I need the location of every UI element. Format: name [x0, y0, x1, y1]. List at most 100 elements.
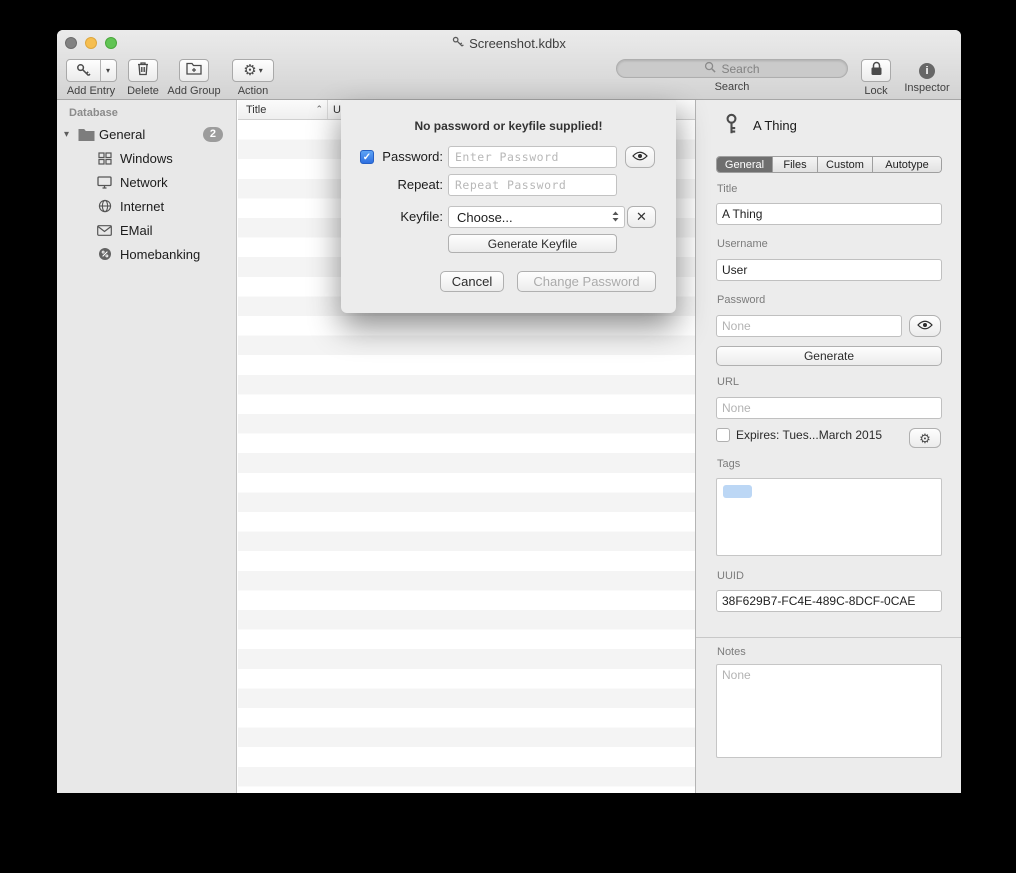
delete-item: Delete [123, 59, 163, 97]
dialog-show-password-button[interactable] [625, 146, 655, 168]
toolbar: ▾ Add Entry Delete [57, 56, 961, 100]
add-entry-button[interactable]: ▾ [66, 59, 117, 82]
gear-icon: ⚙ [919, 432, 931, 445]
tag-chip[interactable] [723, 485, 752, 498]
folder-icon [78, 128, 95, 141]
cancel-button[interactable]: Cancel [440, 271, 504, 292]
notes-field[interactable] [716, 664, 942, 758]
entry-header: A Thing [722, 113, 797, 138]
title-label: Title [717, 183, 737, 195]
minimize-button[interactable] [85, 37, 97, 49]
dialog-repeat-field[interactable] [448, 174, 617, 196]
tab-autotype[interactable]: Autotype [873, 157, 941, 172]
sidebar-item-label: EMail [120, 223, 153, 238]
window-chrome: Screenshot.kdbx ▾ Add Entry [57, 30, 961, 100]
entry-title: A Thing [753, 118, 797, 133]
notes-label: Notes [717, 646, 746, 658]
uuid-field[interactable] [716, 590, 942, 612]
action-button[interactable]: ⚙ ▾ [232, 59, 274, 82]
dialog-message: No password or keyfile supplied! [341, 119, 676, 133]
expires-label: Expires: Tues...March 2015 [736, 428, 882, 442]
search-item: Search Search [616, 59, 848, 93]
sidebar-item-network[interactable]: Network [57, 170, 236, 194]
sidebar-item-email[interactable]: EMail [57, 218, 236, 242]
action-label: Action [238, 85, 269, 97]
window-title-area: Screenshot.kdbx [57, 30, 961, 56]
add-entry-dropdown-button[interactable]: ▾ [100, 60, 116, 81]
sidebar-header: Database [57, 104, 236, 122]
tab-general[interactable]: General [717, 157, 773, 172]
lock-button[interactable] [861, 59, 891, 82]
inspector-divider [696, 637, 961, 638]
dialog-password-field[interactable] [448, 146, 617, 168]
password-checkbox[interactable]: ✓ [360, 150, 374, 164]
close-x-icon: ✕ [636, 209, 647, 225]
sidebar-item-homebanking[interactable]: Homebanking [57, 242, 236, 266]
uuid-label: UUID [717, 570, 744, 582]
generate-password-button[interactable]: Generate [716, 346, 942, 366]
entry-count-badge: 2 [203, 127, 223, 142]
internet-icon [96, 199, 113, 213]
chevron-down-icon: ▾ [259, 66, 263, 75]
delete-button[interactable] [128, 59, 158, 82]
search-placeholder: Search [721, 62, 759, 76]
sidebar-item-label: Network [120, 175, 168, 190]
sidebar-item-internet[interactable]: Internet [57, 194, 236, 218]
add-entry-item: ▾ Add Entry [63, 59, 119, 97]
tab-files[interactable]: Files [773, 157, 818, 172]
change-password-dialog: No password or keyfile supplied! ✓ Passw… [341, 100, 676, 313]
disclosure-triangle-icon[interactable]: ▾ [64, 129, 74, 140]
tab-custom[interactable]: Custom [818, 157, 873, 172]
traffic-lights [65, 37, 117, 49]
dialog-keyfile-label: Keyfile: [377, 209, 443, 224]
email-icon [96, 225, 113, 236]
expires-row: Expires: Tues...March 2015 [716, 428, 882, 442]
dialog-password-label: Password: [377, 149, 443, 164]
tags-field[interactable] [716, 478, 942, 556]
username-field[interactable] [716, 259, 942, 281]
keyfile-dropdown[interactable]: Choose... [448, 206, 625, 228]
change-password-button[interactable]: Change Password [517, 271, 656, 292]
password-field[interactable] [716, 315, 902, 337]
url-field[interactable] [716, 397, 942, 419]
network-icon [96, 176, 113, 189]
keyfile-selected-value: Choose... [457, 210, 612, 225]
clear-keyfile-button[interactable]: ✕ [627, 206, 656, 228]
title-field[interactable] [716, 203, 942, 225]
inspector-toggle-button[interactable]: i [919, 63, 935, 79]
sidebar-item-windows[interactable]: Windows [57, 146, 236, 170]
eye-icon [917, 319, 933, 333]
windows-icon [96, 152, 113, 165]
column-header-username[interactable]: U [328, 104, 341, 116]
column-header-title[interactable]: Title ⌃ [238, 100, 328, 119]
add-entry-label: Add Entry [67, 85, 115, 97]
sidebar-item-label: Homebanking [120, 247, 200, 262]
sidebar-item-label: Internet [120, 199, 164, 214]
sidebar-group-general[interactable]: ▾ General 2 [57, 122, 236, 146]
search-input[interactable]: Search [616, 59, 848, 78]
inspector-item: i Inspector [901, 59, 953, 94]
inspector-panel: A Thing General Files Custom Autotype Ti… [695, 100, 961, 793]
username-label: Username [717, 238, 768, 250]
column-username-label: U [333, 104, 341, 116]
folder-add-icon [186, 61, 202, 80]
tags-label: Tags [717, 458, 740, 470]
url-label: URL [717, 376, 739, 388]
expires-settings-button[interactable]: ⚙ [909, 428, 941, 448]
key-plus-icon [67, 60, 100, 81]
add-group-button[interactable] [179, 59, 209, 82]
sort-ascending-icon: ⌃ [315, 104, 323, 115]
close-button[interactable] [65, 37, 77, 49]
homebanking-icon [96, 247, 113, 261]
titlebar: Screenshot.kdbx [57, 30, 961, 56]
window-title: Screenshot.kdbx [469, 36, 566, 51]
add-group-item: Add Group [164, 59, 224, 97]
action-item: ⚙ ▾ Action [230, 59, 276, 97]
search-label: Search [715, 81, 750, 93]
generate-keyfile-button[interactable]: Generate Keyfile [448, 234, 617, 253]
dialog-repeat-label: Repeat: [377, 177, 443, 192]
zoom-button[interactable] [105, 37, 117, 49]
expires-checkbox[interactable] [716, 428, 730, 442]
show-password-button[interactable] [909, 315, 941, 337]
sidebar: Database ▾ General 2 Windows Network [57, 100, 237, 793]
